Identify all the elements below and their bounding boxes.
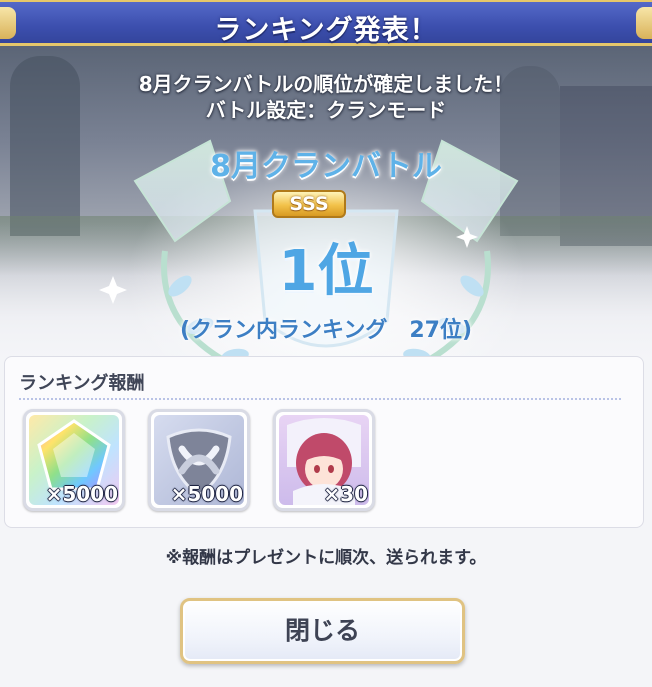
reward-item[interactable]: ×5000 <box>23 409 125 511</box>
dialog-title: ランキング発表！ <box>214 15 438 46</box>
background-scene: 8月クランバトルの順位が確定しました！ バトル設定：クランモード 8月クランバト… <box>0 46 652 366</box>
reward-item[interactable]: ×5000 <box>148 409 250 511</box>
reward-quantity: ×5000 <box>170 482 243 506</box>
title-bar: ランキング発表！ <box>0 0 652 46</box>
clan-internal-ranking: (クラン内ランキング 27位) <box>179 318 473 343</box>
reward-quantity: ×30 <box>323 482 368 506</box>
rank-value: 1位 <box>278 239 374 304</box>
announcement-line-1: 8月クランバトルの順位が確定しました！ <box>138 72 514 96</box>
reward-heading: ランキング報酬 <box>19 373 145 394</box>
reward-quantity: ×5000 <box>45 482 118 506</box>
reward-item[interactable]: ×30 <box>273 409 375 511</box>
announcement-line-2: バトル設定：クランモード <box>205 98 447 122</box>
ranking-result-dialog: ランキング発表！ 8月クランバトルの順位が確定しました！ バトル設定：クランモー… <box>0 0 652 687</box>
reward-divider <box>19 398 621 400</box>
reward-panel: ランキング報酬 ×5000 ×5000 ×30 <box>4 356 644 528</box>
battle-name: 8月クランバトル <box>210 149 442 184</box>
close-button[interactable]: 閉じる <box>180 598 465 664</box>
grade-badge: SSS <box>272 190 346 218</box>
delivery-note: ※報酬はプレゼントに順次、送られます。 <box>165 548 487 568</box>
